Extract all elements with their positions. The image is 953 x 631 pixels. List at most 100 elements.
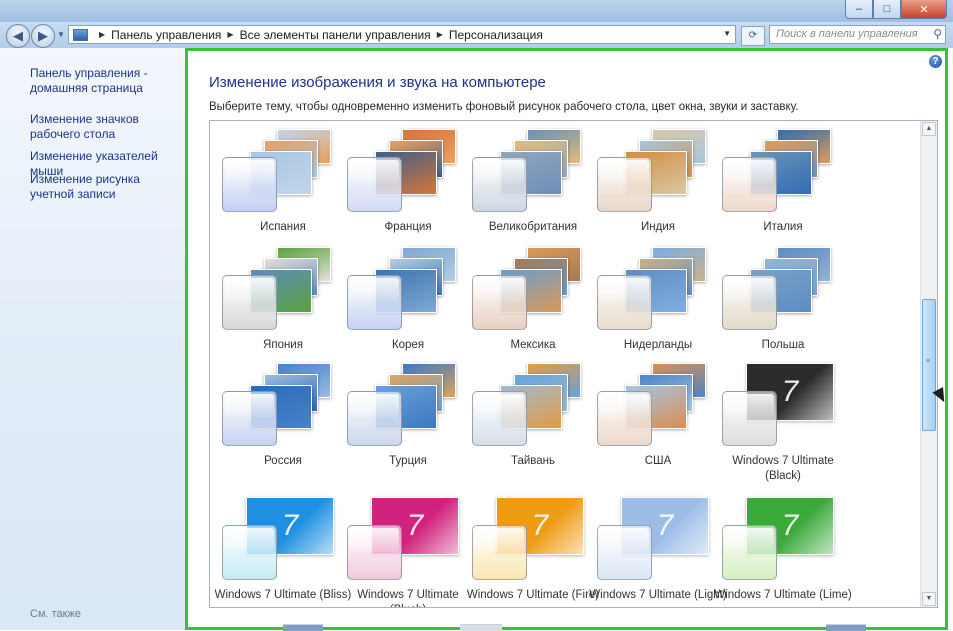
search-icon[interactable]: ⚲: [933, 27, 942, 41]
scrollbar-thumb[interactable]: ≡: [922, 299, 936, 431]
theme-label: Windows 7 Ultimate (Light): [589, 589, 727, 601]
window-color-swatch: [222, 525, 277, 580]
theme-item[interactable]: Индия: [588, 127, 708, 243]
navigation-bar: ◀ ▶ ▼ ▶ Панель управления ▶ Все элементы…: [0, 22, 953, 48]
recent-pages-chevron-icon[interactable]: ▼: [57, 30, 65, 39]
theme-thumbnail: [472, 245, 582, 333]
forward-button[interactable]: ▶: [31, 24, 55, 48]
theme-item[interactable]: Турция: [338, 361, 458, 477]
page-title: Изменение изображения и звука на компьют…: [209, 74, 546, 91]
theme-label: Windows 7 Ultimate (Blush): [357, 589, 459, 607]
window-color-swatch: [222, 157, 277, 212]
window-color-swatch: [722, 391, 777, 446]
minimize-button[interactable]: –: [845, 0, 873, 19]
theme-thumbnail: [472, 361, 582, 449]
theme-label: Нидерланды: [623, 339, 693, 351]
window-color-swatch: [347, 525, 402, 580]
window-color-swatch: [347, 157, 402, 212]
theme-label: Мексика: [510, 339, 556, 351]
refresh-button[interactable]: ⟳: [741, 26, 765, 46]
window-color-swatch: [472, 157, 527, 212]
back-button[interactable]: ◀: [6, 24, 30, 48]
search-placeholder: Поиск в панели управления: [776, 28, 918, 40]
theme-thumbnail: [722, 245, 832, 333]
theme-item[interactable]: 7 Windows 7 Ultimate (Fire): [463, 495, 599, 607]
themes-list[interactable]: Испания Франция Великобритания Индия Италия Я…: [209, 120, 938, 608]
window-controls: – □ ✕: [845, 0, 947, 19]
window-color-swatch: [722, 275, 777, 330]
breadcrumb-personalization[interactable]: Персонализация: [449, 28, 543, 42]
theme-thumbnail: [597, 361, 707, 449]
window-color-swatch: [347, 275, 402, 330]
maximize-button[interactable]: □: [873, 0, 901, 19]
theme-item[interactable]: Испания: [213, 127, 333, 243]
breadcrumb-arrow-icon[interactable]: ▶: [437, 30, 443, 39]
scroll-down-icon[interactable]: ▼: [922, 592, 936, 606]
theme-item[interactable]: 7 Windows 7 Ultimate (Blush): [338, 495, 459, 607]
sidebar-link-account-picture[interactable]: Изменение рисунка учетной записи: [30, 172, 182, 202]
theme-thumbnail: [597, 245, 707, 333]
theme-label: Windows 7 Ultimate (Bliss): [214, 589, 352, 601]
theme-item[interactable]: 7 Windows 7 Ultimate (Black): [713, 361, 834, 482]
window-color-swatch: [222, 275, 277, 330]
theme-label: США: [644, 455, 672, 467]
close-button[interactable]: ✕: [901, 0, 947, 19]
theme-thumbnail: 7: [222, 495, 334, 583]
address-bar[interactable]: ▶ Панель управления ▶ Все элементы панел…: [68, 25, 736, 44]
theme-thumbnail: 7: [347, 495, 459, 583]
theme-item[interactable]: 7 Windows 7 Ultimate (Bliss): [213, 495, 351, 607]
theme-thumbnail: [347, 361, 457, 449]
theme-item[interactable]: Великобритания: [463, 127, 583, 243]
window-color-swatch: [597, 275, 652, 330]
breadcrumb-all-items[interactable]: Все элементы панели управления: [240, 28, 431, 42]
theme-item[interactable]: США: [588, 361, 708, 477]
theme-item[interactable]: Тайвань: [463, 361, 583, 477]
theme-label: Windows 7 Ultimate (Fire): [466, 589, 600, 601]
window-color-swatch: [722, 525, 777, 580]
theme-thumbnail: [722, 127, 832, 215]
sidebar-link-control-panel-home[interactable]: Панель управления - домашняя страница: [30, 66, 182, 96]
scroll-up-icon[interactable]: ▲: [922, 122, 936, 136]
theme-item[interactable]: Россия: [213, 361, 333, 477]
main-content: ? Изменение изображения и звука на компь…: [185, 48, 948, 630]
search-input[interactable]: Поиск в панели управления ⚲: [769, 25, 946, 44]
help-icon[interactable]: ?: [929, 55, 942, 68]
window-color-swatch: [597, 525, 652, 580]
see-also-heading: См. также: [30, 608, 81, 620]
theme-thumbnail: 7: [722, 495, 834, 583]
window-color-swatch: [472, 391, 527, 446]
theme-label: Windows 7 Ultimate (Black): [732, 455, 834, 482]
theme-label: Франция: [384, 221, 432, 233]
theme-item[interactable]: Япония: [213, 245, 333, 361]
theme-thumbnail: [222, 245, 332, 333]
window-color-swatch: [472, 275, 527, 330]
theme-item[interactable]: Корея: [338, 245, 458, 361]
theme-label: Япония: [263, 339, 303, 351]
address-dropdown-chevron-icon[interactable]: ▼: [723, 29, 731, 38]
theme-thumbnail: [222, 127, 332, 215]
breadcrumb-arrow-icon[interactable]: ▶: [99, 30, 105, 39]
window-titlebar: – □ ✕: [0, 0, 953, 22]
theme-label: Тайвань: [510, 455, 556, 467]
breadcrumb-arrow-icon[interactable]: ▶: [227, 30, 233, 39]
breadcrumb-control-panel[interactable]: Панель управления: [111, 28, 221, 42]
themes-scrollbar[interactable]: ▲ ≡ ▼: [920, 121, 937, 607]
page-description: Выберите тему, чтобы одновременно измени…: [209, 101, 799, 113]
theme-item[interactable]: Франция: [338, 127, 458, 243]
theme-label: Испания: [260, 221, 306, 233]
theme-thumbnail: [597, 127, 707, 215]
theme-thumbnail: [472, 127, 582, 215]
theme-item[interactable]: Италия: [713, 127, 833, 243]
theme-item[interactable]: 7 Windows 7 Ultimate (Lime): [713, 495, 852, 607]
theme-label: Великобритания: [488, 221, 578, 233]
theme-item[interactable]: Мексика: [463, 245, 583, 361]
theme-item[interactable]: 7 Windows 7 Ultimate (Light): [588, 495, 727, 607]
theme-label: Windows 7 Ultimate (Lime): [714, 589, 852, 601]
theme-item[interactable]: Польша: [713, 245, 833, 361]
window-color-swatch: [597, 391, 652, 446]
sidebar-link-desktop-icons[interactable]: Изменение значков рабочего стола: [30, 112, 182, 142]
theme-label: Россия: [264, 455, 302, 467]
theme-label: Корея: [391, 339, 425, 351]
theme-item[interactable]: Нидерланды: [588, 245, 708, 361]
theme-label: Польша: [761, 339, 805, 351]
